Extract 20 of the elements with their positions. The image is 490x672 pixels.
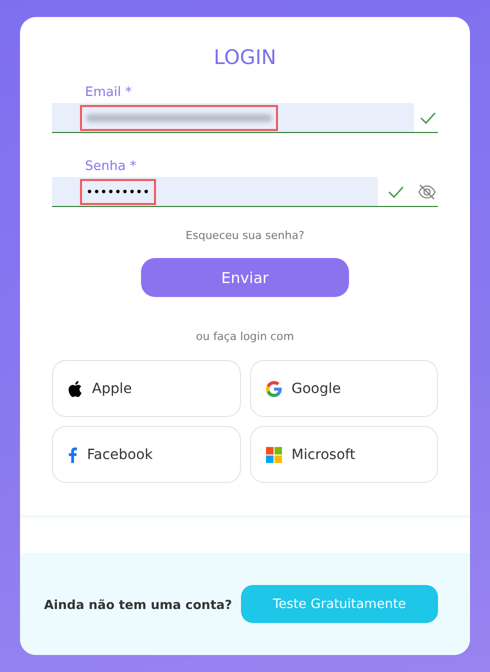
field-label: Senha * [85, 159, 136, 174]
facebook-login-button[interactable]: Facebook [52, 426, 240, 483]
social-login-caption: ou faça login com [196, 330, 294, 343]
email-field[interactable] [52, 103, 438, 133]
login-title: LOGIN [214, 45, 276, 69]
facebook-icon [68, 446, 77, 462]
google-icon [266, 380, 282, 396]
apple-login-button[interactable]: Apple [52, 360, 240, 417]
field-label: Email * [85, 85, 132, 100]
eye-slash-icon[interactable] [418, 184, 436, 200]
microsoft-login-button[interactable]: Microsoft [250, 426, 438, 483]
signup-prompt: Ainda não tem uma conta? [44, 596, 232, 612]
microsoft-icon [266, 446, 282, 462]
password-value: ••••••••• [80, 178, 156, 204]
forgot-password-link[interactable]: Esqueceu sua senha? [186, 229, 304, 242]
submit-button[interactable]: Enviar [141, 258, 349, 297]
checkmark-icon [388, 186, 404, 198]
apple-icon [68, 380, 82, 396]
google-login-button[interactable]: Google [250, 360, 438, 417]
checkmark-icon [420, 112, 436, 124]
